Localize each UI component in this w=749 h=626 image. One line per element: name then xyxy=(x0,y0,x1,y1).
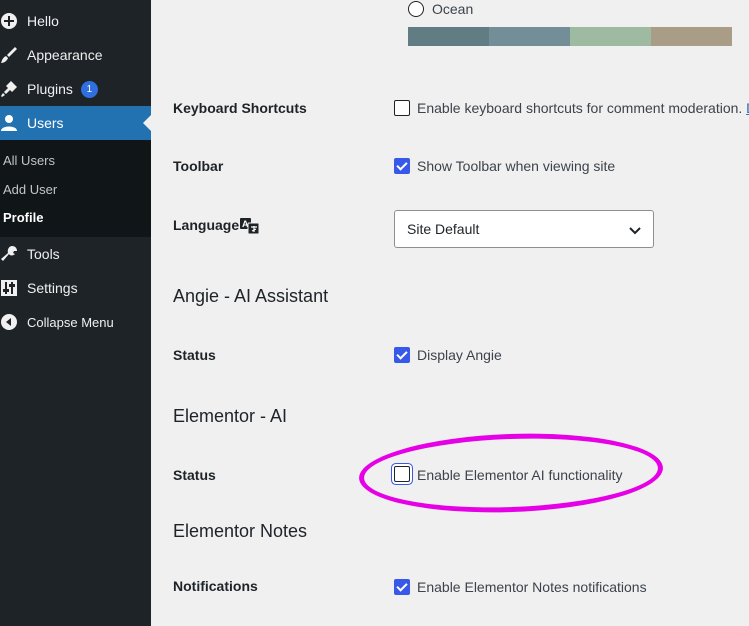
toolbar-checkbox-label: Show Toolbar when viewing site xyxy=(417,158,616,174)
toolbar-checkbox[interactable] xyxy=(394,158,410,174)
angie-status-label: Status xyxy=(173,347,216,363)
keyboard-shortcuts-checkbox[interactable] xyxy=(394,100,410,116)
menu-item-label: Collapse Menu xyxy=(27,314,114,330)
display-angie-checkbox[interactable] xyxy=(394,347,410,363)
users-submenu: All Users Add User Profile xyxy=(0,140,151,237)
menu-item-hello[interactable]: Hello xyxy=(0,4,151,38)
menu-item-settings[interactable]: Settings xyxy=(0,271,151,305)
menu-item-label: Appearance xyxy=(27,47,103,63)
language-select-value: Site Default xyxy=(407,221,480,237)
admin-sidebar: Hello Appearance Plugins 1 Users All Use… xyxy=(0,0,151,626)
profile-settings-main: Ocean Keyboard Shortcuts Enable keyboard… xyxy=(151,0,749,626)
display-angie-checkbox-label: Display Angie xyxy=(417,347,502,363)
keyboard-shortcuts-label: Keyboard Shortcuts xyxy=(173,100,307,116)
keyboard-shortcuts-checkbox-label: Enable keyboard shortcuts for comment mo… xyxy=(417,100,749,116)
menu-item-plugins[interactable]: Plugins 1 xyxy=(0,72,151,106)
collapse-menu-button[interactable]: Collapse Menu xyxy=(0,305,151,339)
elementor-ai-status-label: Status xyxy=(173,467,216,483)
toolbar-label: Toolbar xyxy=(173,158,224,174)
notifications-label: Notifications xyxy=(173,578,258,594)
menu-item-appearance[interactable]: Appearance xyxy=(0,38,151,72)
menu-item-label: Settings xyxy=(27,280,78,296)
elementor-ai-section-title: Elementor - AI xyxy=(173,406,288,426)
plus-circle-icon xyxy=(0,12,18,30)
user-icon xyxy=(0,114,18,132)
submenu-all-users[interactable]: All Users xyxy=(3,153,55,168)
color-scheme-swatches[interactable] xyxy=(408,0,732,46)
plugin-icon xyxy=(0,80,18,98)
swatch-4 xyxy=(651,27,732,46)
elementor-ai-checkbox[interactable] xyxy=(394,466,410,482)
language-select[interactable]: Site Default xyxy=(394,210,654,248)
language-label: Language xyxy=(173,217,240,233)
translation-icon: A xyxy=(240,218,260,235)
elementor-notes-section-title: Elementor Notes xyxy=(173,521,308,541)
swatch-1 xyxy=(408,27,489,46)
submenu-add-user[interactable]: Add User xyxy=(3,182,57,197)
menu-item-label: Hello xyxy=(27,13,59,29)
paintbrush-icon xyxy=(0,46,18,64)
menu-item-label: Tools xyxy=(27,246,60,262)
submenu-profile[interactable]: Profile xyxy=(3,210,43,225)
chevron-down-icon xyxy=(629,223,641,239)
menu-item-tools[interactable]: Tools xyxy=(0,237,151,271)
wrench-icon xyxy=(0,245,18,263)
swatch-3 xyxy=(570,27,651,46)
angie-section-title: Angie - AI Assistant xyxy=(173,286,329,306)
sliders-icon xyxy=(0,279,18,297)
swatch-2 xyxy=(489,27,570,46)
collapse-arrow-icon xyxy=(0,313,18,331)
elementor-ai-checkbox-label: Enable Elementor AI functionality xyxy=(417,467,623,483)
update-count-badge: 1 xyxy=(80,80,98,98)
menu-item-label: Plugins xyxy=(27,81,73,97)
elementor-notes-checkbox-label: Enable Elementor Notes notifications xyxy=(417,579,647,595)
menu-item-label: Users xyxy=(27,115,64,131)
menu-item-users[interactable]: Users xyxy=(0,106,151,140)
keyboard-shortcuts-text: Enable keyboard shortcuts for comment mo… xyxy=(417,100,743,116)
elementor-notes-checkbox[interactable] xyxy=(394,579,410,595)
